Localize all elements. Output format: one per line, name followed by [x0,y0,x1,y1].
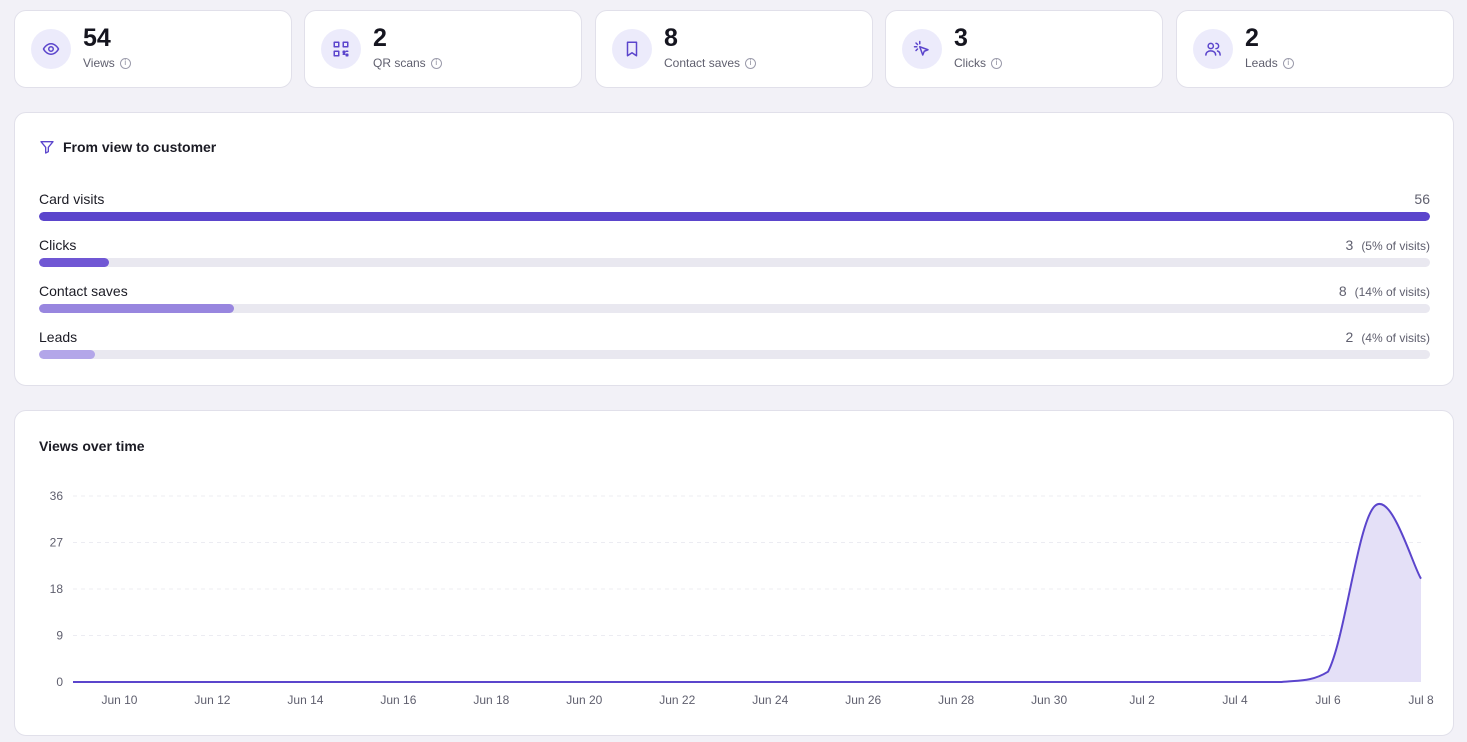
funnel-row-percent: (5% of visits) [1361,239,1430,253]
funnel-row-values: 8 (14% of visits) [1339,283,1430,299]
x-tick-label: Jun 12 [194,693,230,707]
filter-icon [40,141,54,154]
stat-value: 2 [1245,24,1259,52]
info-icon[interactable]: i [119,57,131,69]
funnel-row-label: Leads [39,329,78,345]
series-line [72,502,1422,683]
funnel-row-count: 3 [1345,237,1354,253]
stat-label-text: Views [83,56,115,70]
stat-value: 3 [954,24,968,52]
x-tick-label: Jul 4 [1222,693,1248,707]
stat-label: Clicks i [954,56,1002,70]
funnel-bar-track [39,304,1430,313]
funnel-bar-track [39,350,1430,359]
x-tick-label: Jun 10 [101,693,137,707]
stat-card-qr-scans: 2 QR scans i [304,10,582,88]
stats-row: 54 Views i 2 QR scans i 8 Contact saves i 3… [14,10,1454,88]
x-tick-label: Jun 18 [473,693,509,707]
stat-card-contact-saves: 8 Contact saves i [595,10,873,88]
x-tick-label: Jul 2 [1129,693,1155,707]
views-chart: 0 9 18 27 36 Jun 10 Jun 12 Jun 14 Jun 16 Jun 18 Ju… [50,489,1434,707]
funnel-row-values: 2 (4% of visits) [1346,329,1430,345]
x-tick-label: Jul 8 [1408,693,1434,707]
funnel-row-label: Contact saves [39,283,128,299]
y-tick-label: 18 [50,582,64,596]
stat-label-text: Clicks [954,56,986,70]
funnel-bar-fill [39,304,234,313]
bookmark-icon [612,29,652,69]
x-tick-label: Jul 6 [1315,693,1341,707]
x-tick-label: Jun 20 [566,693,602,707]
stat-label-text: Contact saves [664,56,741,70]
funnel-bar-track [39,258,1430,267]
info-icon[interactable]: i [745,57,757,69]
funnel-header: From view to customer [39,139,216,155]
funnel-row-clicks: Clicks 3 (5% of visits) [39,237,1430,277]
funnel-bar-track [39,212,1430,221]
stat-label: QR scans i [373,56,442,70]
funnel-row-values: 56 [1414,191,1430,207]
x-tick-label: Jun 28 [938,693,974,707]
y-tick-label: 27 [50,536,64,550]
stat-value: 54 [83,24,111,52]
info-icon[interactable]: i [1282,57,1294,69]
users-icon [1193,29,1233,69]
x-tick-label: Jun 14 [287,693,323,707]
stat-card-views: 54 Views i [14,10,292,88]
funnel-row-values: 3 (5% of visits) [1346,237,1430,253]
funnel-row-card-visits: Card visits 56 [39,191,1430,231]
stat-value: 2 [373,24,387,52]
funnel-row-count: 2 [1345,329,1354,345]
funnel-row-count: 56 [1414,191,1430,207]
funnel-row-percent: (14% of visits) [1354,285,1430,299]
views-over-time-panel: Views over time 0 9 18 27 36 Jun 10 Jun 12 Jun … [14,410,1454,736]
funnel-row-count: 8 [1338,283,1347,299]
funnel-row-label: Clicks [39,237,77,253]
x-tick-label: Jun 24 [752,693,788,707]
qr-code-icon [321,29,361,69]
funnel-title: From view to customer [63,139,217,155]
funnel-bar-fill [39,212,1430,221]
stat-label: Leads i [1245,56,1294,70]
x-tick-label: Jun 22 [659,693,695,707]
y-tick-label: 9 [56,629,63,643]
stat-card-leads: 2 Leads i [1176,10,1454,88]
x-tick-label: Jun 30 [1031,693,1067,707]
funnel-row-label: Card visits [39,191,105,207]
y-tick-label: 0 [56,675,63,689]
stat-value: 8 [664,24,678,52]
series-area [73,503,1421,682]
y-tick-label: 36 [50,489,64,503]
stat-card-clicks: 3 Clicks i [885,10,1163,88]
funnel-bar-fill [39,350,95,359]
info-icon[interactable]: i [430,57,442,69]
x-tick-label: Jun 26 [845,693,881,707]
stat-label-text: Leads [1245,56,1278,70]
stat-label: Contact saves i [664,56,757,70]
x-tick-label: Jun 16 [380,693,416,707]
eye-icon [31,29,71,69]
info-icon[interactable]: i [991,57,1002,69]
stat-label: Views i [83,56,131,70]
funnel-row-leads: Leads 2 (4% of visits) [39,329,1430,369]
funnel-panel: From view to customer Card visits 56 Cli… [14,112,1454,386]
stat-label-text: QR scans [373,56,426,70]
funnel-row-percent: (4% of visits) [1361,331,1430,345]
funnel-bar-fill [39,258,109,267]
funnel-row-contact-saves: Contact saves 8 (14% of visits) [39,283,1430,323]
pointer-click-icon [902,29,942,69]
